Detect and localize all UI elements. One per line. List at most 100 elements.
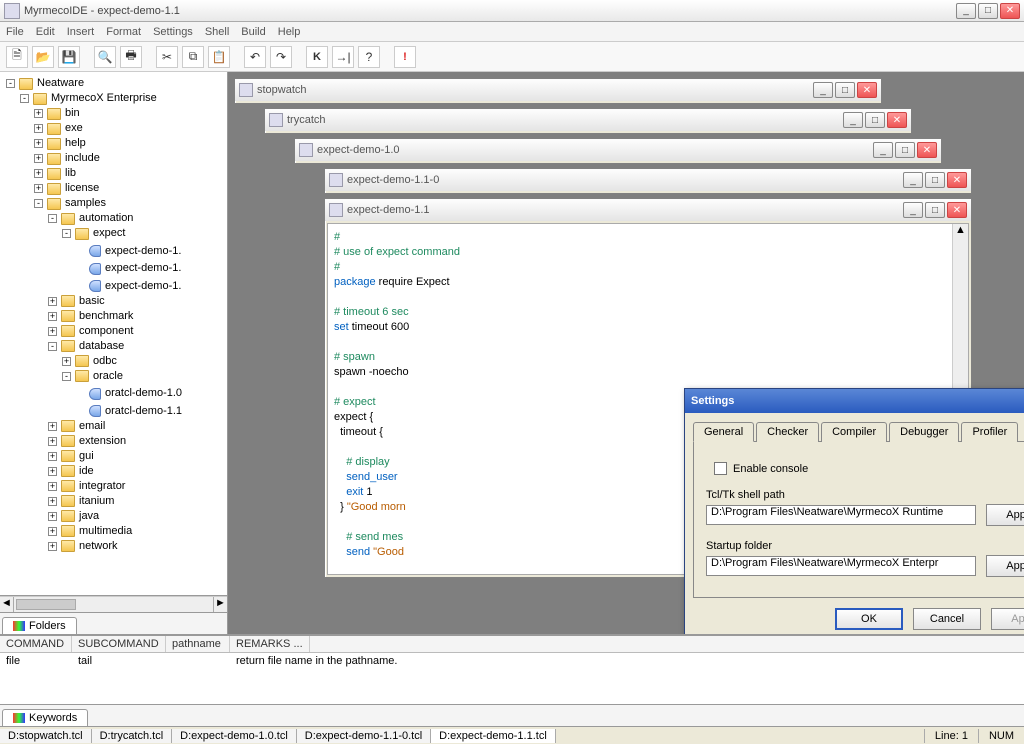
status-tab-active[interactable]: D:expect-demo-1.1.tcl [431, 729, 556, 743]
keywords-tab[interactable]: Keywords [2, 709, 88, 726]
startup-folder-input[interactable]: D:\Program Files\Neatware\MyrmecoX Enter… [706, 556, 976, 576]
expand-icon[interactable]: - [6, 79, 15, 88]
tree-item[interactable]: MyrmecoX Enterprise [51, 91, 157, 106]
expand-icon[interactable]: - [62, 229, 71, 238]
tree-item[interactable]: expect-demo-1. [105, 279, 181, 294]
tree-item[interactable]: exe [65, 121, 83, 136]
expand-icon[interactable]: + [62, 357, 71, 366]
enable-console-checkbox[interactable]: Enable console [714, 462, 1024, 475]
mdi-window-expect-demo-1-1-0[interactable]: expect-demo-1.1-0 _□✕ [324, 168, 972, 194]
maximize-button[interactable]: □ [978, 3, 998, 19]
mdi-close-icon[interactable]: ✕ [947, 172, 967, 188]
minimize-button[interactable]: _ [956, 3, 976, 19]
tree-item[interactable]: ide [79, 464, 94, 479]
expand-icon[interactable]: + [34, 169, 43, 178]
expand-icon[interactable]: - [48, 342, 57, 351]
tree-item[interactable]: extension [79, 434, 126, 449]
mdi-minimize-icon[interactable]: _ [903, 202, 923, 218]
tree-item[interactable]: oratcl-demo-1.0 [105, 386, 182, 401]
tree-item[interactable]: gui [79, 449, 94, 464]
startup-folder-apply-button[interactable]: Apply [986, 555, 1024, 577]
run-icon[interactable]: →| [332, 46, 354, 68]
mdi-maximize-icon[interactable]: □ [865, 112, 885, 128]
mdi-maximize-icon[interactable]: □ [895, 142, 915, 158]
menu-build[interactable]: Build [241, 26, 265, 38]
tab-checker[interactable]: Checker [756, 422, 819, 442]
paste-icon[interactable]: 📋 [208, 46, 230, 68]
tab-debugger[interactable]: Debugger [889, 422, 959, 442]
mdi-maximize-icon[interactable]: □ [835, 82, 855, 98]
mdi-minimize-icon[interactable]: _ [843, 112, 863, 128]
expand-icon[interactable]: + [48, 327, 57, 336]
tree-item[interactable]: multimedia [79, 524, 132, 539]
menu-help[interactable]: Help [278, 26, 301, 38]
expand-icon[interactable]: + [48, 527, 57, 536]
tree-item[interactable]: oratcl-demo-1.1 [105, 404, 182, 419]
mdi-minimize-icon[interactable]: _ [873, 142, 893, 158]
mdi-window-stopwatch[interactable]: stopwatch _□✕ [234, 78, 882, 104]
expand-icon[interactable]: + [48, 542, 57, 551]
shell-path-input[interactable]: D:\Program Files\Neatware\MyrmecoX Runti… [706, 505, 976, 525]
expand-icon[interactable]: - [48, 214, 57, 223]
tree-item[interactable]: odbc [93, 354, 117, 369]
tree-item[interactable]: help [65, 136, 86, 151]
cut-icon[interactable]: ✂ [156, 46, 178, 68]
shell-path-apply-button[interactable]: Apply [986, 504, 1024, 526]
tree-item[interactable]: itanium [79, 494, 114, 509]
help-icon[interactable]: ? [358, 46, 380, 68]
mdi-window-trycatch[interactable]: trycatch _□✕ [264, 108, 912, 134]
undo-icon[interactable]: ↶ [244, 46, 266, 68]
expand-icon[interactable]: + [34, 154, 43, 163]
tree-item[interactable]: expect-demo-1. [105, 261, 181, 276]
tree-item[interactable]: email [79, 419, 105, 434]
redo-icon[interactable]: ↷ [270, 46, 292, 68]
mdi-minimize-icon[interactable]: _ [813, 82, 833, 98]
menu-format[interactable]: Format [106, 26, 141, 38]
expand-icon[interactable]: + [48, 497, 57, 506]
menu-settings[interactable]: Settings [153, 26, 193, 38]
expand-icon[interactable]: + [34, 124, 43, 133]
tree-item[interactable]: automation [79, 211, 133, 226]
expand-icon[interactable]: + [48, 312, 57, 321]
expand-icon[interactable]: + [34, 139, 43, 148]
tree-item[interactable]: oracle [93, 369, 123, 384]
close-button[interactable]: ✕ [1000, 3, 1020, 19]
menu-insert[interactable]: Insert [67, 26, 95, 38]
tree-item[interactable]: samples [65, 196, 106, 211]
tree-item[interactable]: integrator [79, 479, 125, 494]
open-file-icon[interactable]: 📂 [32, 46, 54, 68]
tree-item[interactable]: benchmark [79, 309, 133, 324]
folder-tree[interactable]: -Neatware -MyrmecoX Enterprise +bin +exe… [0, 72, 227, 596]
expand-icon[interactable]: + [48, 482, 57, 491]
tree-item[interactable]: component [79, 324, 133, 339]
expand-icon[interactable]: + [48, 297, 57, 306]
mdi-window-expect-demo-1-0[interactable]: expect-demo-1.0 _□✕ [294, 138, 942, 164]
status-tab[interactable]: D:stopwatch.tcl [0, 729, 92, 743]
menu-edit[interactable]: Edit [36, 26, 55, 38]
keywords-row[interactable]: file tail return file name in the pathna… [0, 653, 1024, 669]
tab-compiler[interactable]: Compiler [821, 422, 887, 442]
tree-hscrollbar[interactable]: ◄► [0, 596, 227, 612]
folders-tab[interactable]: Folders [2, 617, 77, 634]
menu-shell[interactable]: Shell [205, 26, 229, 38]
status-tab[interactable]: D:trycatch.tcl [92, 729, 173, 743]
mdi-maximize-icon[interactable]: □ [925, 172, 945, 188]
new-file-icon[interactable]: 🗎 [6, 46, 28, 68]
tree-item[interactable]: bin [65, 106, 80, 121]
expand-icon[interactable]: + [48, 452, 57, 461]
status-tab[interactable]: D:expect-demo-1.0.tcl [172, 729, 297, 743]
kw-col-remarks[interactable]: REMARKS ... [230, 636, 310, 652]
expand-icon[interactable]: + [48, 422, 57, 431]
expand-icon[interactable]: - [34, 199, 43, 208]
expand-icon[interactable]: + [48, 512, 57, 521]
apply-button[interactable]: Apply [991, 608, 1024, 630]
tree-item[interactable]: include [65, 151, 100, 166]
tree-item[interactable]: database [79, 339, 124, 354]
ok-button[interactable]: OK [835, 608, 903, 630]
tab-general[interactable]: General [693, 422, 754, 442]
mdi-minimize-icon[interactable]: _ [903, 172, 923, 188]
expand-icon[interactable]: + [48, 467, 57, 476]
mdi-close-icon[interactable]: ✕ [947, 202, 967, 218]
tree-item[interactable]: license [65, 181, 99, 196]
save-icon[interactable]: 💾 [58, 46, 80, 68]
